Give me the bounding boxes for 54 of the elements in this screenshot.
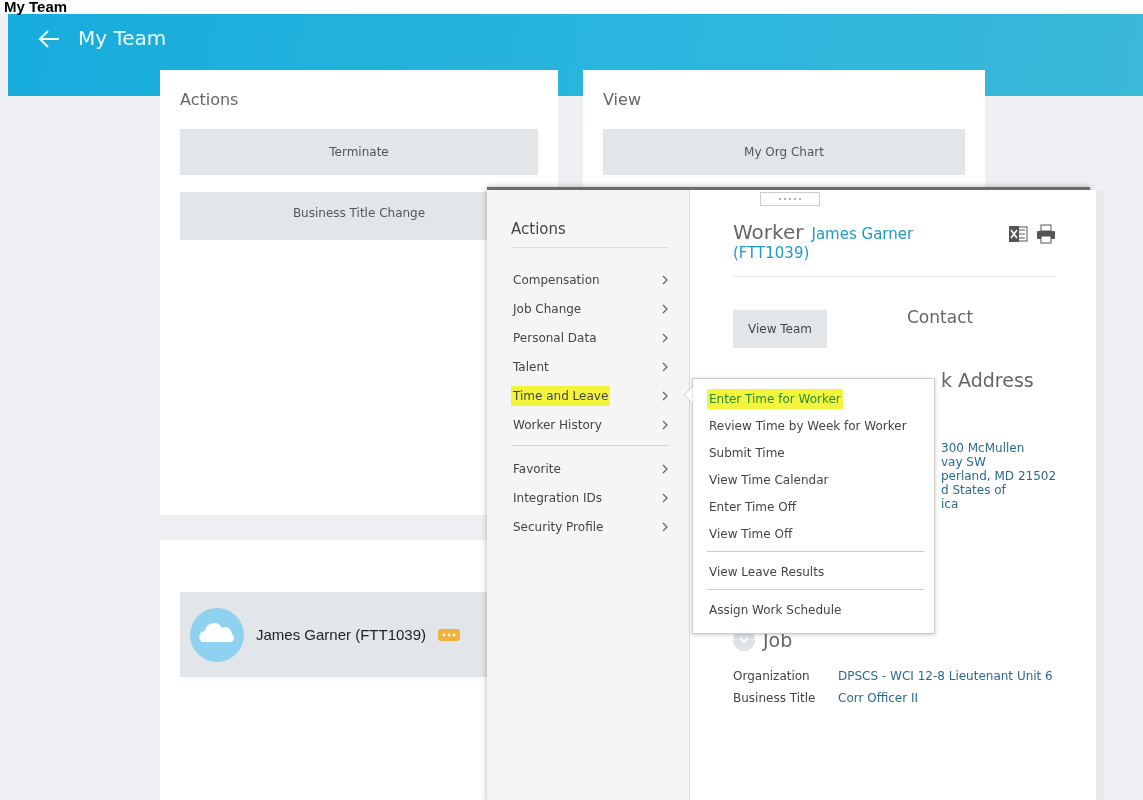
section-heading: k Address — [941, 369, 1035, 391]
drag-handle-icon[interactable] — [760, 192, 820, 206]
section-heading: Job — [763, 629, 793, 651]
submenu-item[interactable]: View Time Calendar — [707, 469, 831, 490]
menu-item[interactable]: Worker History — [511, 414, 604, 435]
chevron-right-icon — [661, 332, 669, 343]
field-label: Organization — [733, 669, 811, 683]
submenu-item[interactable]: View Time Off — [707, 523, 795, 544]
menu-item[interactable]: Favorite — [511, 458, 563, 479]
back-arrow-icon[interactable] — [38, 30, 60, 48]
chevron-right-icon — [661, 492, 669, 503]
submenu-item[interactable]: Enter Time Off — [707, 496, 798, 517]
menu-item[interactable]: Integration IDs — [511, 487, 604, 508]
address-line: perland, MD 21502 — [941, 469, 1057, 483]
field-label: Business Title — [733, 691, 817, 705]
menu-item[interactable]: Compensation — [511, 269, 602, 290]
menu-item[interactable]: Job Change — [511, 298, 584, 319]
submenu-item[interactable]: Assign Work Schedule — [707, 599, 844, 620]
menu-item[interactable]: Talent — [511, 356, 551, 377]
menu-item[interactable]: Personal Data — [511, 327, 599, 348]
field-value: DPSCS - WCI 12-8 Lieutenant Unit 6 — [838, 669, 1053, 683]
address-line: vay SW — [941, 455, 987, 469]
chevron-right-icon — [661, 303, 669, 314]
submenu-item[interactable]: View Leave Results — [707, 561, 827, 582]
submenu-item[interactable]: Review Time by Week for Worker — [707, 415, 909, 436]
chevron-right-icon — [661, 419, 669, 430]
menu-item[interactable]: Security Profile — [511, 516, 606, 537]
page-heading: My Team — [78, 26, 167, 50]
chevron-right-icon — [661, 274, 669, 285]
menu-title: Actions — [511, 220, 669, 248]
chevron-right-icon — [661, 463, 669, 474]
submenu-item[interactable]: Submit Time — [707, 442, 787, 463]
view-team-button[interactable]: View Team — [733, 310, 827, 348]
address-line: 300 McMullen — [941, 441, 1026, 455]
chevron-right-icon — [661, 390, 669, 401]
view-button[interactable]: My Org Chart — [603, 129, 965, 175]
card-title: Actions — [180, 90, 240, 109]
chevron-right-icon — [661, 521, 669, 532]
spreadsheet-export-icon[interactable] — [1008, 224, 1029, 244]
submenu-item[interactable]: Enter Time for Worker — [707, 388, 843, 409]
address-line: d States of — [941, 483, 1007, 497]
chevron-right-icon — [661, 361, 669, 372]
page-title: My Team — [0, 0, 1143, 14]
card-title: View — [603, 90, 642, 109]
menu-item[interactable]: Time and Leave — [511, 385, 611, 406]
field-value: Corr Officer II — [838, 691, 920, 705]
more-badge-icon[interactable] — [438, 628, 461, 641]
action-button[interactable]: Terminate — [180, 129, 538, 175]
avatar-icon — [190, 607, 244, 662]
worker-label: Worker — [733, 220, 804, 244]
section-heading: Contact — [907, 307, 974, 327]
print-icon[interactable] — [1036, 224, 1057, 244]
address-line: ica — [941, 497, 960, 511]
team-member-name[interactable]: James Garner (FTT1039) — [256, 626, 427, 643]
